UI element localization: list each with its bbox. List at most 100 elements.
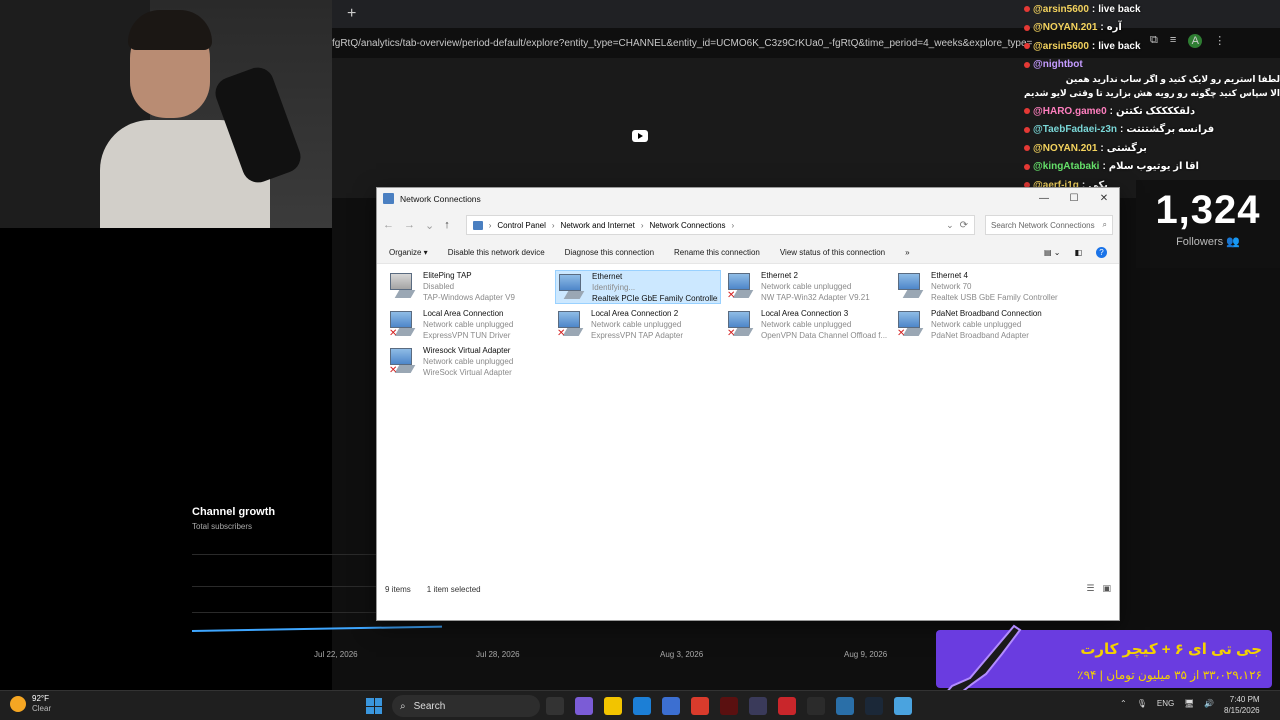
mic-icon[interactable]: 🎙: [1137, 699, 1147, 708]
details-view-icon[interactable]: ☰: [1086, 583, 1094, 594]
minimize-button[interactable]: —: [1029, 193, 1059, 204]
network-adapter-icon: [897, 271, 925, 301]
disable-device-button[interactable]: Disable this network device: [448, 248, 545, 257]
forward-arrow-icon[interactable]: →: [404, 219, 415, 231]
steam-icon[interactable]: [865, 697, 883, 715]
connection-item[interactable]: ✕ Local Area Connection 3 Network cable u…: [725, 308, 891, 342]
network-adapter-icon: ✕: [897, 309, 925, 339]
date-tick: Aug 3, 2026: [660, 650, 704, 659]
title-bar[interactable]: Network Connections — ☐ ✕: [377, 188, 1119, 209]
diagnose-button[interactable]: Diagnose this connection: [565, 248, 654, 257]
taskbar-search[interactable]: ⌕ Search: [392, 695, 540, 717]
chat-message-rtl: لطفا استریم رو لایک کنید و اگر ساب نداری…: [1065, 74, 1280, 84]
network-adapter-icon: ✕: [727, 271, 755, 301]
date-tick: Aug 9, 2026: [844, 650, 888, 659]
webcam-overlay: [0, 0, 332, 228]
network-icon[interactable]: 🖥: [1184, 699, 1194, 708]
chrome-icon[interactable]: [691, 697, 709, 715]
large-icons-view-icon[interactable]: ▣: [1102, 583, 1111, 594]
chat-line: @kingAtabaki : اقا از یوتیوب سلام: [1024, 158, 1280, 177]
navigation-bar: ← → ⌄ ↑ › Control Panel › Network and In…: [377, 209, 1119, 241]
network-adapter-icon: ✕: [389, 346, 417, 376]
channel-growth-title: Channel growth: [192, 506, 276, 518]
weather-widget[interactable]: 92°F Clear: [10, 694, 51, 714]
file-explorer-icon[interactable]: [604, 697, 622, 715]
banner-progress: ۳۳،۰۲۹،۱۲۶ از ۳۵ میلیون تومان | ۹۴٪: [1077, 668, 1262, 682]
app-icon[interactable]: [720, 697, 738, 715]
clock[interactable]: 7:40 PM 8/15/2026: [1224, 694, 1260, 716]
status-bar: 9 items 1 item selected: [385, 585, 481, 594]
connection-item[interactable]: Ethernet Identifying... Realtek PCIe GbE F…: [555, 270, 721, 304]
connection-item[interactable]: ✕ Ethernet 2 Network cable unplugged NW TA…: [725, 270, 891, 304]
new-tab-button[interactable]: +: [347, 5, 356, 23]
connection-item[interactable]: ✕ Wiresock Virtual Adapter Network cable …: [387, 345, 553, 379]
selection-count: 1 item selected: [426, 585, 481, 594]
chat-message-rtl: الا سپاس کنید چگونه رو رویه هش بزارید تا…: [1024, 88, 1280, 98]
followers-widget: 1,324 Followers 👥: [1136, 180, 1280, 268]
search-icon: ⌕: [1102, 220, 1107, 229]
preview-pane-icon[interactable]: ◧: [1074, 248, 1082, 257]
address-dropdown-icon[interactable]: ⌄: [946, 220, 954, 231]
connection-item[interactable]: ✕ Local Area Connection 2 Network cable u…: [555, 308, 721, 342]
breadcrumb-network-internet[interactable]: Network and Internet: [561, 221, 635, 230]
telegram-icon[interactable]: [836, 697, 854, 715]
store-icon[interactable]: [662, 697, 680, 715]
app-icon[interactable]: [807, 697, 825, 715]
tray-overflow-icon[interactable]: ⌃: [1120, 699, 1127, 708]
chat-line: @NOYAN.201 : آره: [1024, 19, 1280, 38]
webcam-hair: [128, 10, 212, 50]
search-icon: ⌕: [400, 700, 406, 712]
grid-line: [192, 612, 376, 613]
app-icon[interactable]: [894, 697, 912, 715]
error-x-icon: ✕: [557, 328, 566, 339]
recent-dropdown-icon[interactable]: ⌄: [425, 219, 434, 232]
chat-line: @NOYAN.201 : برگشتی: [1024, 139, 1280, 158]
connection-item[interactable]: Ethernet 4 Network 70 Realtek USB GbE Fami…: [895, 270, 1061, 304]
network-adapter-icon: ✕: [727, 309, 755, 339]
item-count: 9 items: [385, 585, 411, 594]
connection-item[interactable]: ✕ PdaNet Broadband Connection Network cab…: [895, 308, 1061, 342]
volume-icon[interactable]: 🔊: [1204, 699, 1214, 708]
maximize-button[interactable]: ☐: [1059, 193, 1089, 204]
organize-button[interactable]: Organize ▾: [389, 248, 428, 257]
users-icon: 👥: [1226, 236, 1240, 248]
weather-condition: Clear: [32, 704, 52, 713]
edge-icon[interactable]: [633, 697, 651, 715]
network-adapter-icon: [389, 271, 417, 301]
connection-item[interactable]: ElitePing TAP Disabled TAP-Windows Adapter…: [387, 270, 553, 304]
network-connections-window: Network Connections — ☐ ✕ ← → ⌄ ↑ › Cont…: [376, 187, 1120, 621]
followers-label: Followers 👥: [1176, 236, 1240, 248]
app-icon[interactable]: [778, 697, 796, 715]
youtube-play-icon[interactable]: [632, 130, 648, 142]
network-adapter-icon: [558, 272, 586, 302]
chat-line: @arsin5600 : live back: [1024, 0, 1280, 19]
refresh-icon[interactable]: ⟳: [960, 220, 968, 231]
search-box[interactable]: Search Network Connections ⌕: [985, 215, 1113, 235]
date-tick: Jul 22, 2026: [314, 650, 358, 659]
back-arrow-icon[interactable]: ←: [383, 219, 394, 231]
language-indicator[interactable]: ENG: [1157, 699, 1174, 708]
up-arrow-icon[interactable]: ↑: [444, 219, 450, 231]
chat-line: @HARO.game0 : دلقککککک تکتتن: [1024, 102, 1280, 121]
address-breadcrumb[interactable]: › Control Panel › Network and Internet ›…: [465, 215, 975, 235]
start-icon[interactable]: [366, 698, 382, 714]
rename-button[interactable]: Rename this connection: [674, 248, 760, 257]
more-commands-button[interactable]: »: [905, 248, 909, 257]
network-folder-icon: [383, 193, 394, 204]
network-adapter-icon: ✕: [389, 309, 417, 339]
grid-line: [192, 586, 376, 587]
connection-item[interactable]: ✕ Local Area Connection Network cable unp…: [387, 308, 553, 342]
view-status-button[interactable]: View status of this connection: [780, 248, 885, 257]
close-button[interactable]: ✕: [1089, 193, 1119, 204]
breadcrumb-control-panel[interactable]: Control Panel: [497, 221, 545, 230]
temperature: 92°F: [32, 694, 49, 703]
copilot-icon[interactable]: [575, 697, 593, 715]
address-bar[interactable]: fgRtQ/analytics/tab-overview/period-defa…: [332, 34, 1032, 54]
change-view-icon[interactable]: ▤ ⌄: [1044, 248, 1060, 257]
app-icon[interactable]: [749, 697, 767, 715]
breadcrumb-network-connections[interactable]: Network Connections: [649, 221, 725, 230]
error-x-icon: ✕: [389, 328, 398, 339]
help-icon[interactable]: ?: [1096, 246, 1107, 258]
error-x-icon: ✕: [389, 365, 398, 376]
task-view-icon[interactable]: [546, 697, 564, 715]
